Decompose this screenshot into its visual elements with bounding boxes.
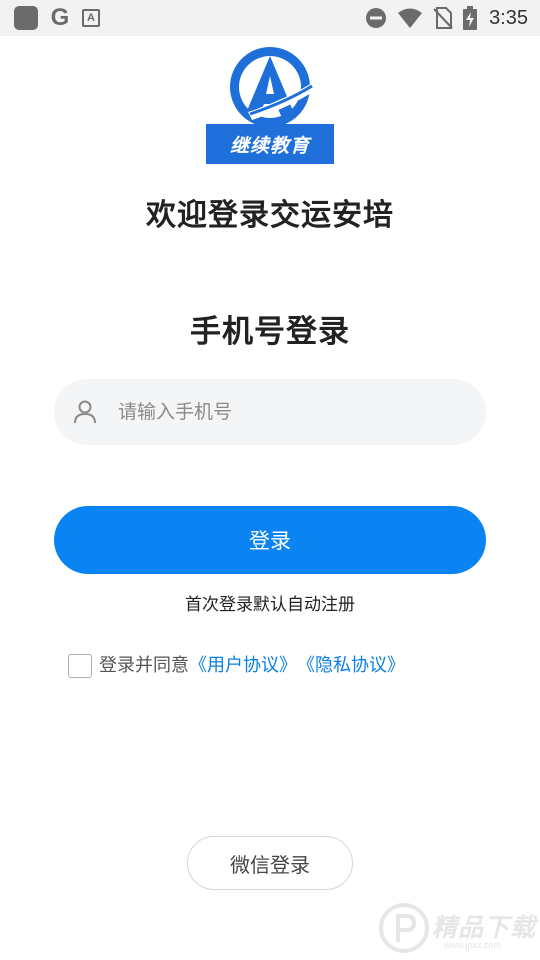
wifi-icon — [398, 8, 423, 28]
login-button[interactable]: 登录 — [54, 506, 486, 574]
battery-charging-icon — [463, 6, 478, 30]
status-bar: G A 3:35 — [0, 0, 540, 36]
status-bar-left: G A — [14, 6, 100, 30]
logo-banner-text: 继续教育 — [229, 134, 310, 157]
logo-banner: 继续教育 — [206, 124, 334, 164]
app-square-icon — [14, 6, 38, 30]
user-icon — [74, 400, 96, 424]
agreement-prefix: 登录并同意 — [99, 655, 189, 676]
no-sim-icon — [433, 7, 453, 29]
google-icon: G — [50, 4, 70, 31]
logo-a-emblem-icon — [230, 47, 316, 127]
status-bar-right: 3:35 — [365, 6, 528, 30]
auto-register-hint: 首次登录默认自动注册 — [185, 595, 355, 615]
agreement-row: 登录并同意 《用户协议》 《隐私协议》 — [68, 650, 405, 678]
wechat-login-button[interactable]: 微信登录 — [187, 836, 353, 890]
status-time: 3:35 — [489, 6, 528, 29]
phone-field[interactable] — [54, 379, 486, 445]
login-method-title: 手机号登录 — [190, 314, 350, 350]
agreement-checkbox[interactable] — [68, 654, 92, 678]
watermark: 精品下载 www.jpxz.com — [378, 902, 540, 960]
welcome-title: 欢迎登录交运安培 — [146, 198, 394, 233]
watermark-text: 精品下载 — [432, 913, 537, 942]
user-agreement-link[interactable]: 《用户协议》 — [189, 651, 297, 677]
watermark-url: www.jpxz.com — [444, 940, 502, 950]
watermark-p-icon — [379, 903, 429, 953]
privacy-policy-link[interactable]: 《隐私协议》 — [297, 651, 405, 677]
do-not-disturb-icon — [366, 8, 387, 28]
app-logo: 继续教育 — [204, 42, 336, 166]
text-a-icon: A — [82, 9, 100, 27]
phone-input[interactable] — [118, 379, 468, 445]
